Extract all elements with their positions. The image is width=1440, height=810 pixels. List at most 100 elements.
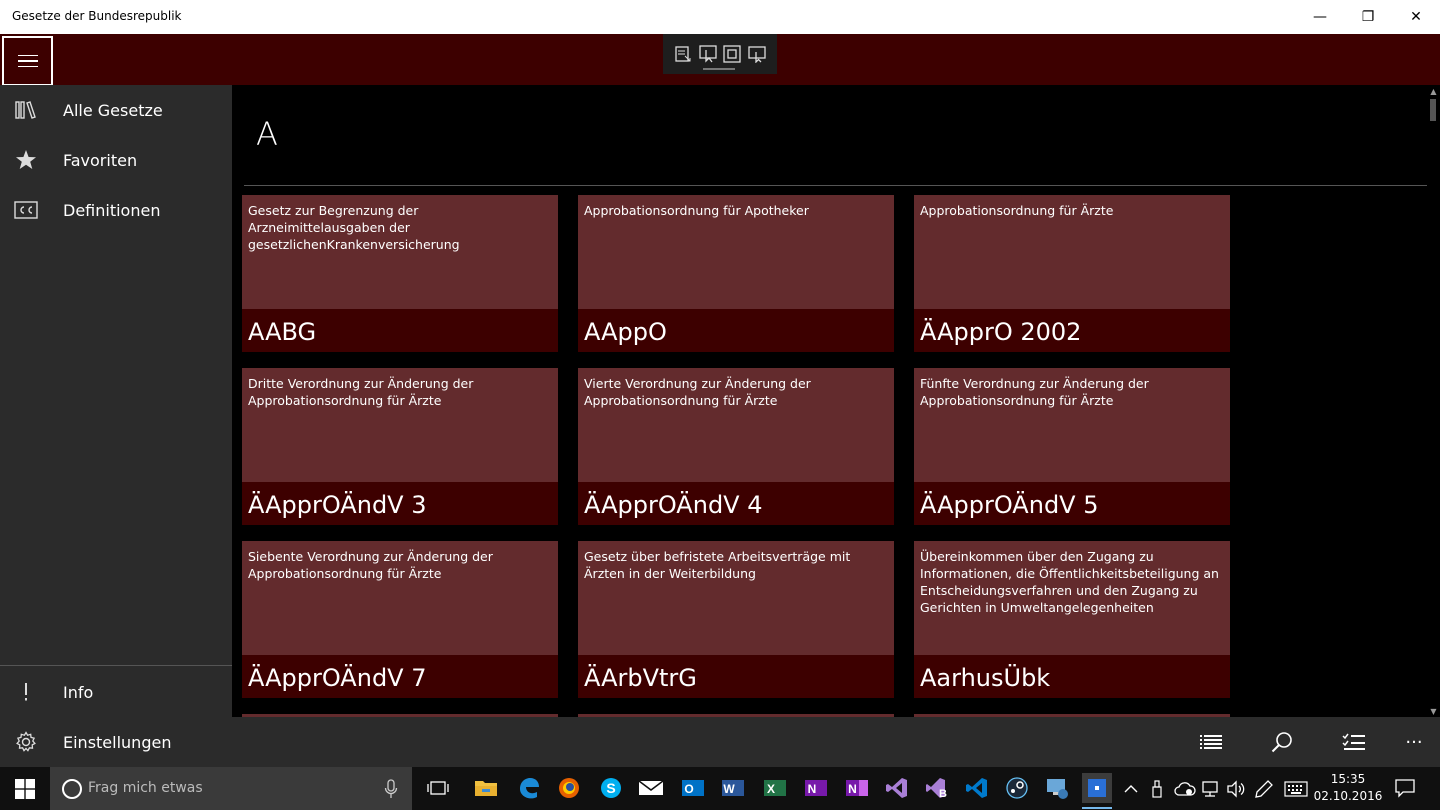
- law-title: Dritte Verordnung zur Änderung der Appro…: [248, 376, 474, 408]
- window-title: Gesetze der Bundesrepublik: [12, 9, 182, 23]
- search-icon: [1271, 732, 1292, 753]
- hamburger-menu-button[interactable]: [2, 36, 53, 86]
- closed-caption-icon: [14, 198, 38, 222]
- hamburger-icon: [17, 54, 38, 57]
- capture-screen-icon[interactable]: [748, 45, 766, 63]
- vscode-icon[interactable]: [962, 773, 992, 803]
- law-abbreviation: ÄApprOÄndV 3: [248, 491, 427, 519]
- list-view-button[interactable]: [1196, 727, 1226, 757]
- scroll-up-icon[interactable]: ▲: [1427, 85, 1440, 97]
- scroll-down-icon[interactable]: ▼: [1427, 705, 1440, 717]
- clock-time: 15:35: [1330, 772, 1366, 786]
- capture-window-icon[interactable]: [674, 45, 692, 63]
- visual-studio-icon[interactable]: [882, 773, 912, 803]
- network-icon[interactable]: [1200, 767, 1220, 810]
- law-title: Übereinkommen über den Zugang zu Informa…: [920, 549, 1219, 615]
- task-view-icon[interactable]: [423, 773, 453, 803]
- svg-text:X: X: [767, 782, 775, 796]
- hamburger-line: [17, 65, 38, 68]
- gesetze-app-icon[interactable]: [1082, 773, 1112, 809]
- microphone-icon[interactable]: [384, 779, 398, 799]
- show-hidden-icons-button[interactable]: [1124, 767, 1138, 810]
- select-items-button[interactable]: [1339, 727, 1369, 757]
- nav-item-einstellungen[interactable]: Einstellungen: [0, 717, 232, 767]
- more-button[interactable]: ···: [1399, 727, 1429, 757]
- command-bar: ···: [232, 717, 1440, 767]
- edge-icon[interactable]: [514, 773, 544, 803]
- list-icon: [1200, 735, 1222, 749]
- law-title: Gesetz über befristete Arbeitsverträge m…: [584, 549, 851, 581]
- law-title: Vierte Verordnung zur Änderung der Appro…: [584, 376, 811, 408]
- svg-text:O: O: [684, 782, 693, 796]
- law-title: Fünfte Verordnung zur Änderung der Appro…: [920, 376, 1149, 408]
- touch-keyboard-icon[interactable]: [1284, 767, 1308, 810]
- section-header-letter[interactable]: A: [256, 115, 278, 153]
- scroll-thumb[interactable]: [1430, 99, 1436, 121]
- windows-logo-icon: [15, 778, 35, 799]
- law-tile[interactable]: Gesetz zur Begrenzung der Arzneimittelau…: [242, 195, 558, 352]
- law-title: Siebente Verordnung zur Änderung der App…: [248, 549, 493, 581]
- star-icon: [14, 148, 38, 172]
- pen-icon[interactable]: [1254, 767, 1274, 810]
- search-placeholder: Frag mich etwas: [88, 780, 203, 796]
- start-button[interactable]: [0, 767, 50, 810]
- onenote-icon[interactable]: N: [801, 773, 831, 803]
- law-title: Approbationsordnung für Apotheker: [584, 203, 809, 218]
- nav-label: Alle Gesetze: [63, 100, 163, 120]
- law-tile[interactable]: Siebente Verordnung zur Änderung der App…: [242, 541, 558, 698]
- law-tile[interactable]: Vierte Verordnung zur Änderung der Appro…: [578, 368, 894, 525]
- nav-item-favoriten[interactable]: Favoriten: [0, 135, 232, 185]
- navigation-pane: Alle Gesetze Favoriten Definitionen Info…: [0, 85, 232, 767]
- remote-desktop-icon[interactable]: [1042, 773, 1072, 803]
- word-icon[interactable]: W: [718, 773, 748, 803]
- checklist-icon: [1342, 733, 1365, 750]
- windows-taskbar: Frag mich etwas S O W X N N B 15:35 02.1…: [0, 767, 1440, 810]
- law-abbreviation: ÄApprOÄndV 5: [920, 491, 1099, 519]
- firefox-icon[interactable]: [554, 773, 584, 803]
- law-tile[interactable]: Gesetz über befristete Arbeitsverträge m…: [578, 541, 894, 698]
- law-abbreviation: ÄApprOÄndV 4: [584, 491, 763, 519]
- action-center-icon[interactable]: [1394, 777, 1416, 799]
- vertical-scrollbar[interactable]: ▲ ▼: [1427, 85, 1440, 717]
- steam-icon[interactable]: [1002, 773, 1032, 803]
- law-abbreviation: AarhusÜbk: [920, 664, 1051, 692]
- file-explorer-icon[interactable]: [471, 773, 501, 803]
- law-list-view: A Gesetz zur Begrenzung der Arzneimittel…: [232, 85, 1427, 717]
- nav-item-alle-gesetze[interactable]: Alle Gesetze: [0, 85, 232, 135]
- capture-region-icon[interactable]: [723, 45, 742, 63]
- title-bar: Gesetze der Bundesrepublik — ❐ ✕: [0, 0, 1440, 34]
- volume-icon[interactable]: [1226, 767, 1246, 810]
- law-tile[interactable]: Übereinkommen über den Zugang zu Informa…: [914, 541, 1230, 698]
- law-tile[interactable]: Approbationsordnung für Ärzte ÄApprO 200…: [914, 195, 1230, 352]
- law-abbreviation: ÄApprOÄndV 7: [248, 664, 427, 692]
- svg-text:B: B: [939, 788, 947, 800]
- nav-item-definitionen[interactable]: Definitionen: [0, 185, 232, 235]
- close-button[interactable]: ✕: [1392, 0, 1440, 34]
- outlook-icon[interactable]: O: [678, 773, 708, 803]
- toolbar-grip[interactable]: [703, 68, 735, 70]
- usb-icon[interactable]: [1150, 767, 1164, 810]
- visual-studio-blend-icon[interactable]: B: [922, 773, 952, 803]
- nav-label: Favoriten: [63, 150, 138, 170]
- nav-label: Einstellungen: [63, 732, 172, 752]
- cortana-search-box[interactable]: Frag mich etwas: [50, 767, 412, 810]
- clock-date: 02.10.2016: [1313, 789, 1383, 803]
- onedrive-icon[interactable]: [1174, 767, 1196, 810]
- nav-item-info[interactable]: Info: [0, 667, 232, 717]
- onenote-2016-icon[interactable]: N: [842, 773, 872, 803]
- mail-icon[interactable]: [636, 773, 666, 803]
- law-abbreviation: AAppO: [584, 318, 667, 346]
- capture-pointer-icon[interactable]: [698, 45, 717, 63]
- search-button[interactable]: [1267, 727, 1297, 757]
- svg-text:N: N: [848, 782, 857, 796]
- skype-icon[interactable]: S: [596, 773, 626, 803]
- system-clock[interactable]: 15:35 02.10.2016: [1312, 771, 1384, 805]
- excel-icon[interactable]: X: [760, 773, 790, 803]
- law-tile[interactable]: Fünfte Verordnung zur Änderung der Appro…: [914, 368, 1230, 525]
- minimize-button[interactable]: —: [1296, 0, 1344, 34]
- nav-label: Info: [63, 682, 94, 702]
- library-icon: [14, 98, 38, 122]
- restore-button[interactable]: ❐: [1344, 0, 1392, 34]
- law-tile[interactable]: Approbationsordnung für Apotheker AAppO: [578, 195, 894, 352]
- law-tile[interactable]: Dritte Verordnung zur Änderung der Appro…: [242, 368, 558, 525]
